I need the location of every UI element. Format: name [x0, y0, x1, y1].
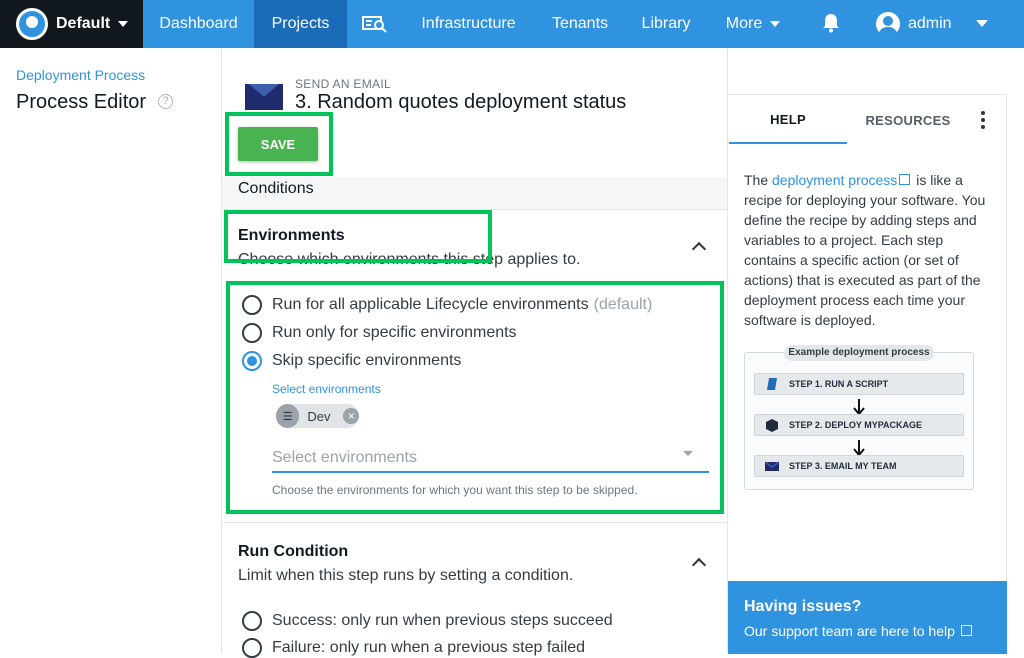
run-condition-title: Run Condition — [238, 543, 349, 560]
environments-select-input[interactable] — [272, 444, 709, 473]
radio-specific-environments[interactable]: Run only for specific environments — [242, 323, 517, 343]
dropdown-caret-icon[interactable] — [683, 451, 693, 456]
diagram-step-1: STEP 1. RUN A SCRIPT — [754, 373, 964, 395]
octopus-logo-icon — [16, 8, 48, 40]
breadcrumb[interactable]: Deployment Process — [16, 67, 145, 83]
avatar-icon — [876, 12, 900, 36]
chevron-down-icon[interactable] — [976, 20, 988, 27]
radio-button[interactable] — [242, 295, 262, 315]
tab-help[interactable]: HELP — [729, 96, 847, 144]
user-name: admin — [908, 15, 952, 32]
nav-library[interactable]: Library — [625, 0, 707, 48]
environments-hint: Choose the environments for which you wa… — [272, 483, 638, 497]
radio-button[interactable] — [242, 611, 262, 631]
page-title: Process Editor — [16, 91, 147, 113]
step-title: 3. Random quotes deployment status — [295, 91, 627, 113]
remove-chip-icon[interactable]: × — [343, 408, 359, 424]
support-text: Our support team are here to help — [744, 623, 955, 639]
nav-infrastructure[interactable]: Infrastructure — [402, 0, 535, 48]
radio-failure[interactable]: Failure: only run when a previous step f… — [242, 638, 585, 658]
nav-more-label: More — [725, 15, 763, 32]
deployment-process-link[interactable]: deployment process — [772, 172, 897, 188]
step-type-caption: SEND AN EMAIL — [295, 77, 391, 91]
nav-dashboard[interactable]: Dashboard — [143, 0, 254, 48]
section-divider — [222, 522, 727, 523]
chevron-down-icon — [118, 21, 129, 27]
diagram-step-label: STEP 2. DEPLOY MYPACKAGE — [789, 420, 923, 430]
support-panel: Having issues? Our support team are here… — [728, 581, 1007, 654]
more-vert-icon[interactable] — [980, 111, 986, 129]
chip-label: Dev — [307, 408, 331, 424]
help-prefix: The — [744, 172, 773, 188]
help-body: is like a recipe for deploying your soft… — [744, 172, 986, 328]
arrow-down-icon — [853, 440, 865, 456]
help-circle-icon[interactable]: ? — [158, 94, 173, 109]
environments-title: Environments — [238, 227, 345, 244]
email-icon — [765, 461, 779, 471]
diagram-title: Example deployment process — [784, 345, 934, 361]
run-condition-description: Limit when this step runs by setting a c… — [238, 567, 574, 584]
external-link-icon — [899, 174, 911, 185]
diagram-step-2: STEP 2. DEPLOY MYPACKAGE — [754, 414, 964, 436]
radio-label: Success: only run when previous steps su… — [272, 612, 613, 629]
radio-label: Failure: only run when a previous step f… — [272, 639, 586, 656]
nav-tenants[interactable]: Tenants — [535, 0, 625, 48]
script-icon — [767, 378, 777, 390]
user-menu[interactable]: admin — [876, 0, 952, 48]
radio-button[interactable] — [242, 323, 262, 343]
conditions-title: Conditions — [238, 180, 314, 197]
bell-icon[interactable] — [822, 13, 840, 33]
environment-chip: ☰ Dev × — [276, 404, 359, 428]
radio-label: Run for all applicable Lifecycle environ… — [272, 296, 589, 313]
radio-all-lifecycle-environments[interactable]: Run for all applicable Lifecycle environ… — [242, 295, 652, 315]
support-title: Having issues? — [744, 598, 862, 615]
email-icon — [245, 84, 283, 110]
nav-tasks[interactable] — [347, 0, 402, 48]
help-text: The deployment process is like a recipe … — [744, 170, 992, 330]
radio-success[interactable]: Success: only run when previous steps su… — [242, 611, 613, 631]
page-scroll-gutter — [1007, 48, 1024, 654]
diagram-step-3: STEP 3. EMAIL MY TEAM — [754, 455, 964, 477]
radio-label: Run only for specific environments — [272, 324, 517, 341]
package-icon — [766, 419, 778, 432]
external-link-icon — [960, 625, 972, 636]
space-switcher[interactable]: Default — [0, 0, 143, 48]
radio-button[interactable] — [242, 638, 262, 658]
space-name: Default — [56, 15, 111, 32]
select-environments-label: Select environments — [272, 382, 381, 396]
support-link[interactable]: Our support team are here to help — [744, 623, 974, 639]
diagram-step-label: STEP 1. RUN A SCRIPT — [789, 379, 889, 389]
radio-label: Skip specific environments — [272, 352, 462, 369]
sidebar-header — [728, 48, 1007, 95]
tasks-icon — [361, 16, 387, 33]
default-label: (default) — [593, 296, 653, 313]
nav-projects[interactable]: Projects — [254, 0, 347, 48]
chevron-down-icon — [770, 21, 781, 27]
environment-icon: ☰ — [276, 404, 300, 428]
nav-more[interactable]: More — [707, 0, 799, 48]
save-button[interactable]: SAVE — [238, 127, 318, 161]
radio-skip-environments[interactable]: Skip specific environments — [242, 351, 461, 371]
environments-description: Choose which environments this step appl… — [238, 251, 581, 268]
diagram-step-label: STEP 3. EMAIL MY TEAM — [789, 461, 897, 471]
arrow-down-icon — [853, 399, 865, 415]
tab-resources[interactable]: RESOURCES — [847, 96, 969, 144]
radio-button-checked[interactable] — [242, 351, 262, 371]
